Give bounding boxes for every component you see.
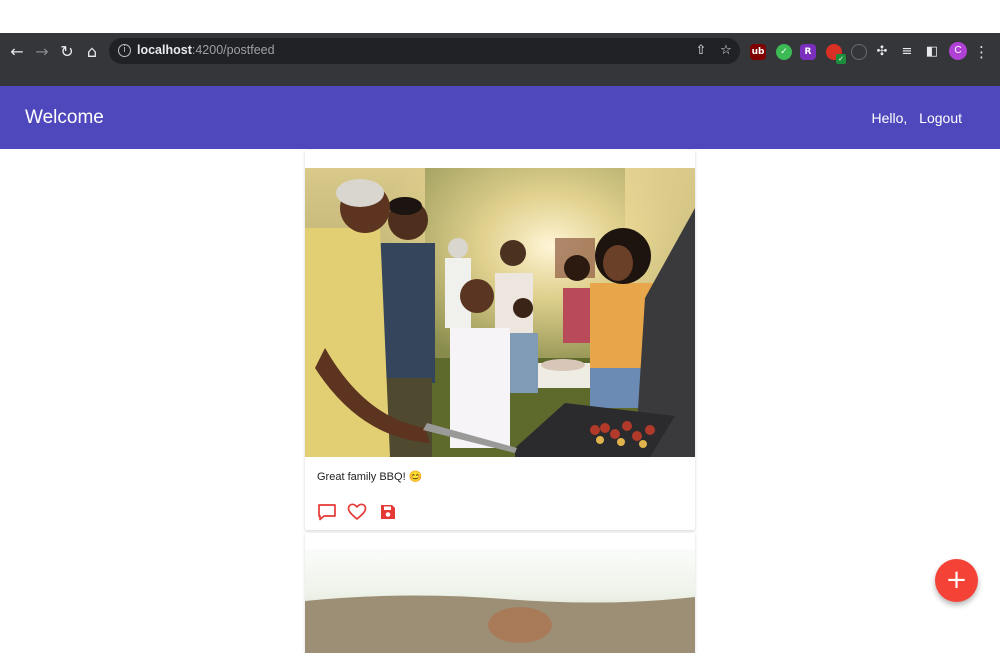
url-path: :4200/postfeed xyxy=(191,43,275,57)
grammarly-extension-icon[interactable]: ✓ xyxy=(776,44,792,60)
save-icon[interactable] xyxy=(378,502,398,522)
bbq-photo xyxy=(305,168,695,457)
post-card-next xyxy=(305,533,695,653)
url-host: localhost xyxy=(137,43,192,57)
app-title: Welcome xyxy=(25,107,104,128)
profile-avatar[interactable]: C xyxy=(949,42,967,60)
home-icon[interactable]: ⌂ xyxy=(81,41,103,63)
post-caption: Great family BBQ! 😊 xyxy=(317,471,423,483)
side-panel-icon[interactable]: ◧ xyxy=(923,43,941,61)
badge-check-icon: ✓ xyxy=(836,54,846,64)
logout-link[interactable]: Logout xyxy=(919,110,962,126)
site-info-icon[interactable]: i xyxy=(118,44,131,57)
post-card: Great family BBQ! 😊 xyxy=(305,150,695,530)
browser-toolbar: ← → ↻ ⌂ i localhost:4200/postfeed ⇧ ☆ ub… xyxy=(0,33,1000,86)
ublock-extension-icon[interactable]: ub xyxy=(750,44,766,60)
bookmark-star-icon[interactable]: ☆ xyxy=(717,42,735,60)
gray-extension-icon[interactable] xyxy=(851,44,867,60)
url-text[interactable]: localhost:4200/postfeed xyxy=(137,43,275,57)
reload-icon[interactable]: ↻ xyxy=(56,41,78,63)
r-extension-icon[interactable]: R xyxy=(800,44,816,60)
add-post-button[interactable]: + xyxy=(935,559,978,602)
address-bar[interactable]: i localhost:4200/postfeed ⇧ ☆ xyxy=(109,38,740,64)
post-image xyxy=(305,168,695,457)
post-image-next xyxy=(305,533,695,653)
post-actions xyxy=(317,502,404,522)
back-arrow-icon[interactable]: ← xyxy=(6,41,28,63)
reading-list-icon[interactable]: ≡ xyxy=(898,43,916,61)
greeting-text: Hello, xyxy=(871,110,908,126)
puzzle-extensions-icon[interactable]: ✣ xyxy=(873,43,891,61)
toolbar-user-area: Hello, Logout xyxy=(863,110,962,126)
app-toolbar: Welcome Hello, Logout xyxy=(0,86,1000,149)
window-top-strip xyxy=(0,0,1000,33)
red-extension-icon[interactable]: ✓ xyxy=(826,44,846,64)
share-icon[interactable]: ⇧ xyxy=(692,42,710,60)
heart-icon[interactable] xyxy=(347,502,367,522)
browser-menu-icon[interactable]: ⋮ xyxy=(974,42,989,62)
comment-icon[interactable] xyxy=(317,502,337,522)
forward-arrow-icon[interactable]: → xyxy=(31,41,53,63)
